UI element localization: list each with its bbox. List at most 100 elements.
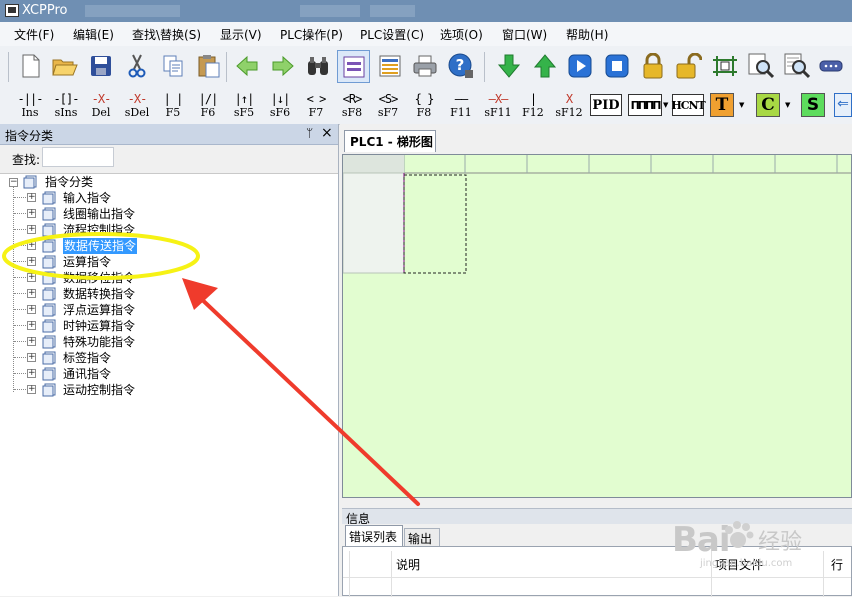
ladder-button-sf12[interactable]: XsF12 (551, 92, 587, 119)
ladder-button-f11[interactable]: —— F11 (443, 92, 479, 119)
upload-icon[interactable] (530, 51, 560, 81)
ladder-button-f6[interactable]: |/| F6 (190, 92, 226, 119)
pin-icon[interactable]: ᛘ (306, 126, 313, 140)
f12-label: F12 (522, 106, 544, 119)
ladder-button-f5[interactable]: | | F5 (155, 92, 191, 119)
tab-plc1-ladder[interactable]: PLC1 - 梯形图 (344, 130, 436, 152)
ladder-button-sdel[interactable]: -X-sDel (119, 92, 155, 119)
ladder-button-sf7[interactable]: <S> sF7 (370, 92, 406, 119)
column-line[interactable]: 行 (831, 556, 843, 573)
svg-text:?: ? (456, 56, 465, 74)
timer-button[interactable]: T (710, 93, 734, 117)
pid-button[interactable]: PID (590, 94, 622, 116)
download-icon[interactable] (494, 51, 524, 81)
undo-arrow-icon[interactable] (232, 51, 262, 81)
menu-window[interactable]: 窗口(W) (502, 26, 547, 43)
tree-expander[interactable]: + (27, 209, 36, 218)
help-icon[interactable]: ? (446, 51, 476, 81)
lock-icon[interactable] (638, 51, 668, 81)
f11-symbol: —— (454, 92, 468, 106)
counter-dropdown-icon[interactable]: ▼ (785, 101, 790, 109)
ladder-button-sf8[interactable]: <R> sF8 (334, 92, 370, 119)
ins-symbol: -||- (17, 92, 44, 106)
menu-plc-settings[interactable]: PLC设置(C) (360, 26, 424, 43)
ladder-view-icon[interactable] (337, 50, 370, 83)
tree-item[interactable]: 输入指令 (63, 190, 111, 206)
ladder-button-f12[interactable]: | F12 (515, 92, 551, 119)
tree-expander[interactable]: + (27, 193, 36, 202)
run-icon[interactable] (565, 51, 595, 81)
arrow-left-icon[interactable]: ⇐ (834, 93, 852, 117)
f7-label: F7 (308, 106, 324, 119)
sf6-label: sF6 (269, 106, 291, 119)
tree-item[interactable]: 线圈输出指令 (63, 206, 135, 222)
search-input[interactable] (42, 147, 114, 167)
ins-label: Ins (21, 106, 39, 119)
tree-expander[interactable]: + (27, 305, 36, 314)
tree-root-expander[interactable]: − (9, 178, 18, 187)
f8-label: F8 (416, 106, 432, 119)
timer-dropdown-icon[interactable]: ▼ (739, 101, 744, 109)
ladder-button-ins[interactable]: -||- Ins (12, 92, 48, 119)
tree-root-label[interactable]: 指令分类 (45, 174, 93, 190)
menu-file[interactable]: 文件(F) (14, 26, 54, 43)
del-symbol: -X- (91, 92, 112, 106)
ladder-button-del[interactable]: -X- Del (83, 92, 119, 119)
menu-plc-operation[interactable]: PLC操作(P) (280, 26, 343, 43)
ladder-button-f7[interactable]: < > F7 (298, 92, 334, 119)
tab-error-list[interactable]: 错误列表 (345, 525, 403, 546)
column-description[interactable]: 说明 (396, 556, 420, 573)
list-view-icon[interactable] (375, 51, 405, 81)
serial-port-icon[interactable] (816, 51, 846, 81)
step-button[interactable]: S (801, 93, 825, 117)
paste-icon[interactable] (194, 51, 224, 81)
ladder-button-sf11[interactable]: —X— sF11 (480, 92, 516, 119)
menu-view[interactable]: 显示(V) (220, 26, 262, 43)
unlock-icon[interactable] (674, 51, 704, 81)
save-icon[interactable] (86, 51, 116, 81)
tree-item[interactable]: 浮点运算指令 (63, 302, 135, 318)
close-icon[interactable]: × (321, 125, 333, 141)
f11-label: F11 (450, 106, 472, 119)
tree-item[interactable]: 通讯指令 (63, 366, 111, 382)
tree-item[interactable]: 标签指令 (63, 350, 111, 366)
pulse-dropdown-icon[interactable]: ▼ (663, 101, 668, 109)
menu-find-replace[interactable]: 查找\替换(S) (132, 26, 201, 43)
tree-expander[interactable]: + (27, 369, 36, 378)
cut-icon[interactable] (122, 51, 152, 81)
counter-button[interactable]: C (756, 93, 780, 117)
find-binoculars-icon[interactable] (303, 51, 333, 81)
redo-arrow-icon[interactable] (268, 51, 298, 81)
print-icon[interactable] (410, 51, 440, 81)
tree-item[interactable]: 时钟运算指令 (63, 318, 135, 334)
zoom-list-icon[interactable] (782, 51, 812, 81)
zoom-doc-icon[interactable] (746, 51, 776, 81)
tree-expander[interactable]: + (27, 337, 36, 346)
menu-help[interactable]: 帮助(H) (566, 26, 608, 43)
tree-expander[interactable]: + (27, 353, 36, 362)
copy-icon[interactable] (158, 51, 188, 81)
tree-item[interactable]: 数据转换指令 (63, 286, 135, 302)
category-node-icon (42, 383, 56, 397)
stop-icon[interactable] (602, 51, 632, 81)
tree-item[interactable]: 运动控制指令 (63, 382, 135, 398)
panel-title: 指令分类 (5, 129, 54, 143)
tab-output[interactable]: 输出 (404, 528, 440, 546)
ladder-button-f8[interactable]: { } F8 (406, 92, 442, 119)
sf12-symbol: X (565, 92, 573, 106)
monitor-icon[interactable] (710, 51, 740, 81)
menu-options[interactable]: 选项(O) (440, 26, 483, 43)
menu-edit[interactable]: 编辑(E) (73, 26, 114, 43)
ladder-button-sins[interactable]: -[]- sIns (48, 92, 84, 119)
hcnt-button[interactable]: HCNT (671, 94, 706, 116)
pulse-button[interactable]: ПППП (628, 94, 662, 116)
category-node-icon (42, 319, 56, 333)
new-file-icon[interactable] (16, 51, 46, 81)
tree-item[interactable]: 特殊功能指令 (63, 334, 135, 350)
tree-expander[interactable]: + (27, 289, 36, 298)
ladder-button-sf6[interactable]: |↓| sF6 (262, 92, 298, 119)
ladder-button-sf5[interactable]: |↑| sF5 (226, 92, 262, 119)
tree-expander[interactable]: + (27, 385, 36, 394)
tree-expander[interactable]: + (27, 321, 36, 330)
open-folder-icon[interactable] (50, 51, 80, 81)
